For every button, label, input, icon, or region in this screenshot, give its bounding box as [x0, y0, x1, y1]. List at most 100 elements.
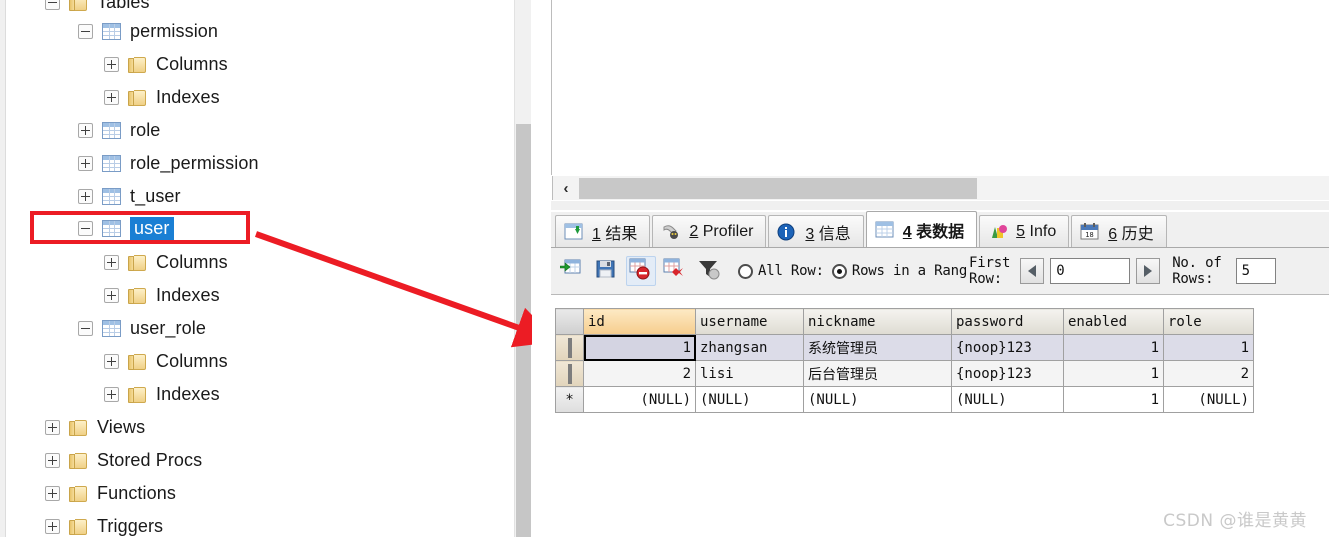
calendar-icon: 18 — [1080, 222, 1100, 241]
cell-nickname[interactable]: 系统管理员 — [803, 334, 952, 361]
table-row[interactable]: * (NULL) (NULL) (NULL) (NULL) 1 (NULL) — [555, 386, 1254, 413]
tree-node-role-permission[interactable]: role_permission — [78, 147, 259, 180]
table-row[interactable]: 1 zhangsan 系统管理员 {noop}123 1 1 — [555, 334, 1254, 361]
save-button[interactable] — [592, 256, 622, 286]
cell-nickname[interactable]: (NULL) — [803, 386, 952, 413]
column-header-password[interactable]: password — [951, 308, 1064, 335]
cell-role[interactable]: (NULL) — [1163, 386, 1254, 413]
cell-role[interactable]: 1 — [1163, 334, 1254, 361]
expand-icon[interactable] — [45, 486, 60, 501]
tab-accelerator: 3 — [805, 225, 815, 243]
add-row-button[interactable] — [558, 256, 588, 286]
tab-4[interactable]: 4 表数据 — [865, 211, 978, 247]
table-data-grid[interactable]: id username nickname password enabled role 1z… — [551, 296, 1329, 537]
expand-icon[interactable] — [104, 387, 119, 402]
tab-accelerator: 5 — [1016, 222, 1026, 240]
cell-id[interactable]: 2 — [583, 360, 696, 387]
cancel-edit-button[interactable] — [626, 256, 656, 286]
scroll-left-button[interactable]: ‹ — [553, 177, 579, 199]
collapse-icon[interactable] — [78, 321, 93, 336]
tree-node-columns[interactable]: Columns — [104, 246, 228, 279]
grid-corner-header[interactable] — [555, 308, 584, 335]
expand-icon[interactable] — [45, 453, 60, 468]
tab-3[interactable]: 3 信息 — [768, 215, 864, 247]
cell-role[interactable]: 2 — [1163, 360, 1254, 387]
folder-icon — [128, 89, 147, 106]
chevron-right-icon — [1144, 265, 1153, 277]
tree-node-user-role[interactable]: user_role — [78, 312, 206, 345]
data-table-body: 1 zhangsan 系统管理员 {noop}123 1 1 2 lisi 后台管理员 {noop… — [555, 334, 1254, 413]
cell-password[interactable]: {noop}123 — [951, 360, 1064, 387]
cell-nickname[interactable]: 后台管理员 — [803, 360, 952, 387]
tree-node-indexes[interactable]: Indexes — [104, 81, 220, 114]
column-header-nickname[interactable]: nickname — [803, 308, 952, 335]
tab-6[interactable]: 18 6 历史 — [1071, 215, 1167, 247]
tree-node-stored-procs[interactable]: Stored Procs — [45, 444, 202, 477]
tab-label: 2 Profiler — [689, 223, 753, 241]
column-header-enabled[interactable]: enabled — [1063, 308, 1164, 335]
cell-id[interactable]: (NULL) — [583, 386, 696, 413]
tree-node-label: Tables — [97, 0, 150, 12]
no-of-rows-input[interactable]: 5 — [1235, 258, 1276, 284]
collapse-icon[interactable] — [78, 24, 93, 39]
table-row[interactable]: 2 lisi 后台管理员 {noop}123 1 2 — [555, 360, 1254, 387]
tree-node-role[interactable]: role — [78, 114, 160, 147]
cell-username[interactable]: (NULL) — [695, 386, 804, 413]
column-header-role[interactable]: role — [1163, 308, 1254, 335]
cell-id[interactable]: 1 — [583, 334, 696, 361]
row-select-checkbox[interactable] — [567, 337, 572, 358]
folder-icon — [128, 56, 147, 73]
expand-icon[interactable] — [78, 156, 93, 171]
editor-hscroll-thumb[interactable] — [579, 178, 977, 199]
all-rows-radio[interactable] — [738, 263, 753, 279]
folder-icon — [128, 287, 147, 304]
tree-node-t-user[interactable]: t_user — [78, 180, 181, 213]
editor-horizontal-scrollbar[interactable]: ‹ — [552, 176, 1329, 200]
tree-node-triggers[interactable]: Triggers — [45, 510, 163, 537]
expand-icon[interactable] — [104, 90, 119, 105]
expand-icon[interactable] — [45, 420, 60, 435]
row-header[interactable]: * — [555, 386, 584, 413]
expand-icon[interactable] — [104, 57, 119, 72]
cell-username[interactable]: lisi — [695, 360, 804, 387]
tree-node-permission[interactable]: permission — [78, 15, 218, 48]
expand-icon[interactable] — [78, 123, 93, 138]
column-header-id[interactable]: id — [583, 308, 696, 335]
tree-node-functions[interactable]: Functions — [45, 477, 176, 510]
column-header-username[interactable]: username — [695, 308, 804, 335]
expand-icon[interactable] — [78, 189, 93, 204]
no-of-rows-value: 5 — [1241, 263, 1250, 279]
row-header[interactable] — [555, 360, 584, 387]
tree-node-indexes[interactable]: Indexes — [104, 279, 220, 312]
cell-password[interactable]: (NULL) — [951, 386, 1064, 413]
editor-hscroll-track[interactable] — [579, 177, 1329, 199]
folder-icon — [128, 353, 147, 370]
filter-button[interactable] — [694, 256, 724, 286]
tree-node-columns[interactable]: Columns — [104, 345, 228, 378]
tree-node-views[interactable]: Views — [45, 411, 145, 444]
expand-icon[interactable] — [104, 255, 119, 270]
tab-5[interactable]: 5 Info — [979, 215, 1070, 247]
cell-password[interactable]: {noop}123 — [951, 334, 1064, 361]
cell-enabled[interactable]: 1 — [1063, 334, 1164, 361]
first-row-input[interactable]: 0 — [1050, 258, 1131, 284]
expand-icon[interactable] — [104, 288, 119, 303]
sql-editor-area[interactable] — [551, 0, 1329, 175]
tree-node-indexes[interactable]: Indexes — [104, 378, 220, 411]
delete-row-button[interactable] — [660, 256, 690, 286]
cell-username[interactable]: zhangsan — [695, 334, 804, 361]
first-row-next-button[interactable] — [1136, 258, 1161, 284]
rows-in-range-radio[interactable] — [831, 263, 847, 279]
cell-enabled[interactable]: 1 — [1063, 386, 1164, 413]
row-header[interactable] — [555, 334, 584, 361]
cell-enabled[interactable]: 1 — [1063, 360, 1164, 387]
expand-icon[interactable] — [45, 519, 60, 534]
first-row-prev-button[interactable] — [1020, 258, 1045, 284]
tree-node-columns[interactable]: Columns — [104, 48, 228, 81]
row-select-checkbox[interactable] — [567, 363, 572, 384]
tab-1[interactable]: 1 结果 — [555, 215, 651, 247]
collapse-icon[interactable] — [45, 0, 60, 10]
tab-2[interactable]: 2 Profiler — [652, 215, 767, 247]
expand-icon[interactable] — [104, 354, 119, 369]
folder-icon — [128, 254, 147, 271]
